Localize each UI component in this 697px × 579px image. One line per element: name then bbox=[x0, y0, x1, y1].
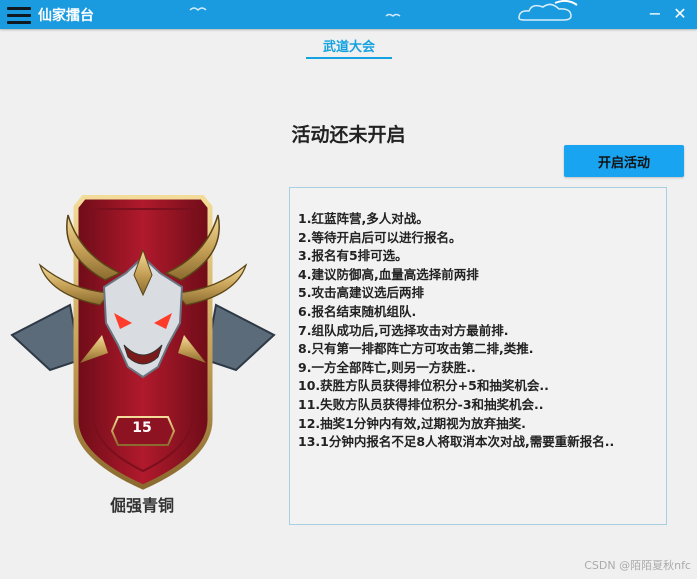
rule-item: 4.建议防御高,血量高选择前两排 bbox=[298, 266, 479, 282]
close-button[interactable]: ✕ bbox=[670, 3, 690, 25]
rank-number: 15 bbox=[132, 420, 152, 436]
start-activity-button[interactable]: 开启活动 bbox=[564, 145, 684, 177]
rule-item: 1.红蓝阵营,多人对战。 bbox=[298, 211, 429, 226]
rule-item: 5.攻击高建议选后两排 bbox=[298, 285, 424, 301]
rule-item: 6.报名结束随机组队. bbox=[298, 303, 417, 319]
cloud-icon bbox=[518, 0, 578, 21]
watermark: CSDN @陌陌夏秋nfc bbox=[584, 559, 691, 572]
tab-active-indicator bbox=[306, 57, 392, 59]
rule-item: 8.只有第一排都阵亡方可攻击第二排,类推. bbox=[298, 341, 534, 357]
activity-status-text: 活动还未开启 bbox=[291, 124, 406, 146]
rule-item: 12.抽奖1分钟内有效,过期视为放弃抽奖. bbox=[298, 415, 526, 431]
rule-item: 9.一方全部阵亡,则另一方获胜.. bbox=[298, 359, 476, 375]
bird-icon bbox=[385, 13, 401, 17]
rule-item: 10.获胜方队员获得排位积分+5和抽奖机会.. bbox=[298, 378, 549, 394]
rank-badge-icon bbox=[10, 195, 276, 490]
rules-panel: 1.红蓝阵营,多人对战。 2.等待开启后可以进行报名。 3.报名有5排可选。 4… bbox=[289, 187, 667, 525]
rule-item: 11.失败方队员获得排位积分-3和抽奖机会.. bbox=[298, 396, 544, 412]
rule-item: 3.报名有5排可选。 bbox=[298, 248, 408, 264]
menu-icon[interactable] bbox=[7, 6, 31, 24]
title-bar: 仙家擂台 − ✕ bbox=[0, 0, 697, 29]
rule-item: 13.1分钟内报名不足8人将取消本次对战,需要重新报名.. bbox=[298, 434, 615, 450]
rank-title: 倔强青铜 bbox=[109, 496, 174, 515]
minimize-button[interactable]: − bbox=[645, 3, 665, 25]
rule-item: 2.等待开启后可以进行报名。 bbox=[298, 229, 462, 245]
bird-icon bbox=[189, 7, 207, 12]
app-title: 仙家擂台 bbox=[38, 8, 94, 24]
rule-item: 7.组队成功后,可选择攻击对方最前排. bbox=[298, 322, 509, 338]
